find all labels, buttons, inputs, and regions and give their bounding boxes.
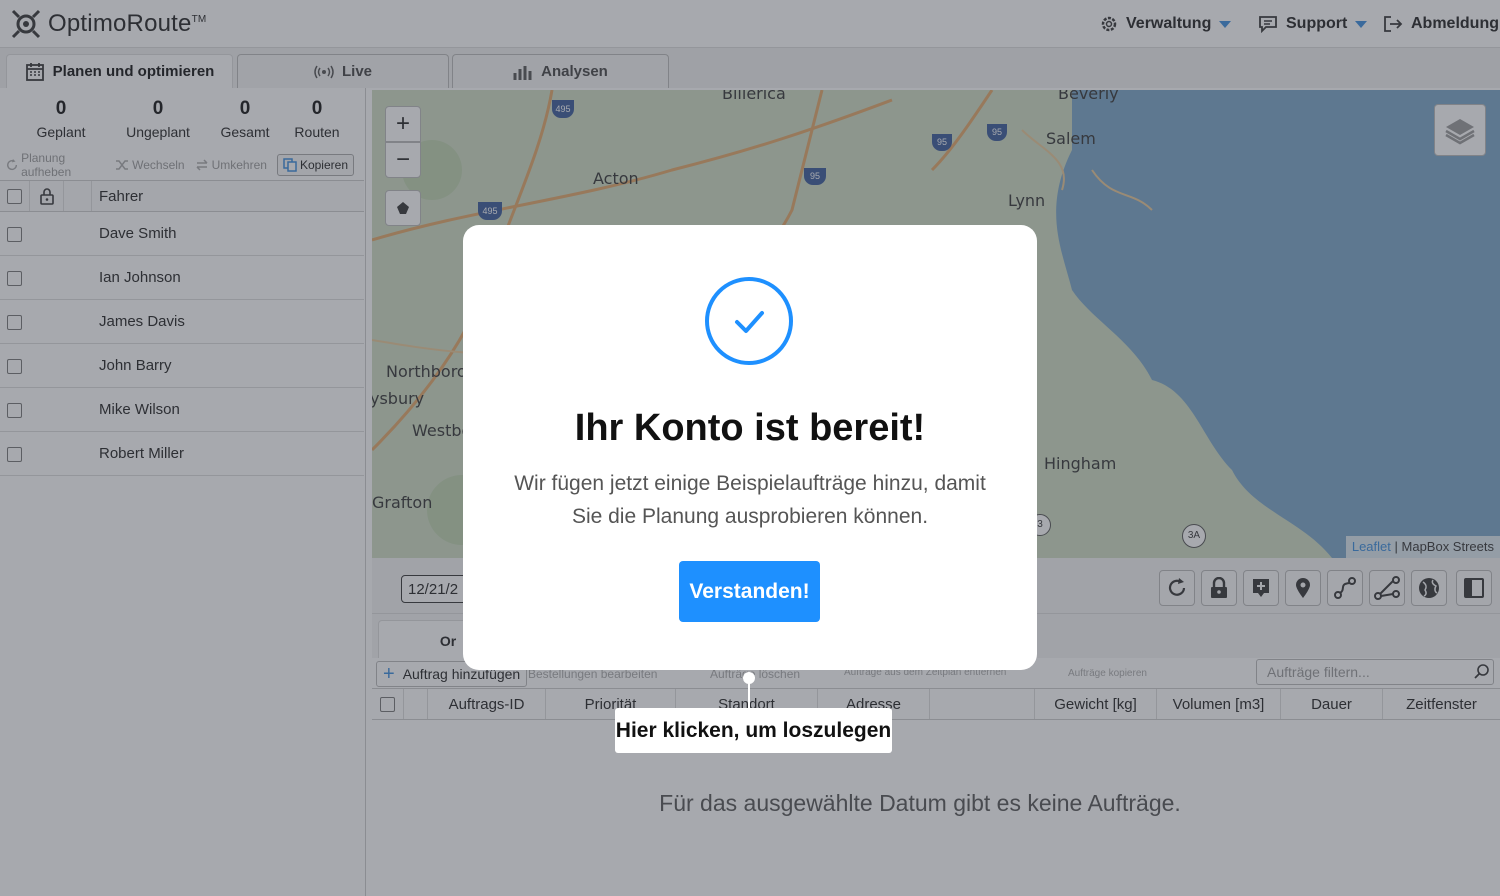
dialog-title: Ihr Konto ist bereit!: [574, 407, 926, 449]
dialog-message: Wir fügen jetzt einige Beispielaufträge …: [514, 472, 986, 528]
confirm-button[interactable]: Verstanden!: [679, 561, 820, 622]
tooltip-anchor-dot: [743, 672, 755, 684]
check-circle-icon: [705, 277, 793, 365]
onboarding-tooltip: Hier klicken, um loszulegen: [615, 708, 892, 753]
account-ready-dialog: Ihr Konto ist bereit! Wir fügen jetzt ei…: [463, 225, 1037, 670]
